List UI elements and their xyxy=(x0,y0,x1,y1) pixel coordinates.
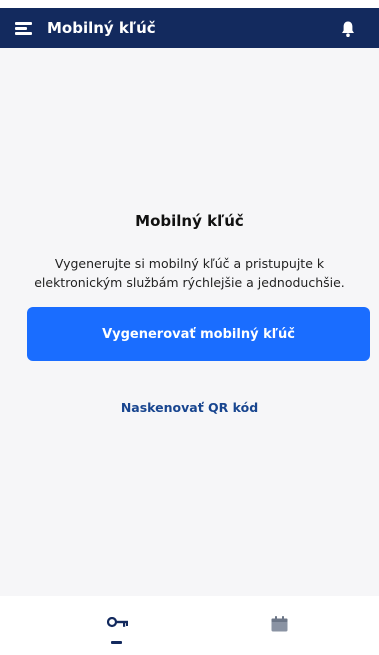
status-bar xyxy=(0,0,379,8)
app-bar: Mobilný kľúč xyxy=(0,8,379,48)
generate-key-button[interactable]: Vygenerovať mobilný kľúč xyxy=(27,307,370,361)
bottom-navigation xyxy=(0,596,379,655)
menu-icon[interactable] xyxy=(15,22,32,35)
section-description: Vygenerujte si mobilný kľúč a pristupujt… xyxy=(34,256,345,290)
key-icon xyxy=(107,617,128,628)
app-title: Mobilný kľúč xyxy=(47,19,156,37)
main-content: Mobilný kľúč Vygenerujte si mobilný kľúč… xyxy=(0,48,379,596)
app-screen: Mobilný kľúč Mobilný kľúč Vygenerujte si… xyxy=(0,0,379,655)
nav-item-calendar[interactable] xyxy=(262,596,298,655)
section-title: Mobilný kľúč xyxy=(135,212,244,230)
bell-icon[interactable] xyxy=(340,20,356,38)
active-tab-indicator xyxy=(111,641,122,644)
scan-qr-link[interactable]: Naskenovať QR kód xyxy=(0,399,379,417)
nav-item-key[interactable] xyxy=(100,596,136,655)
calendar-icon xyxy=(271,616,288,632)
